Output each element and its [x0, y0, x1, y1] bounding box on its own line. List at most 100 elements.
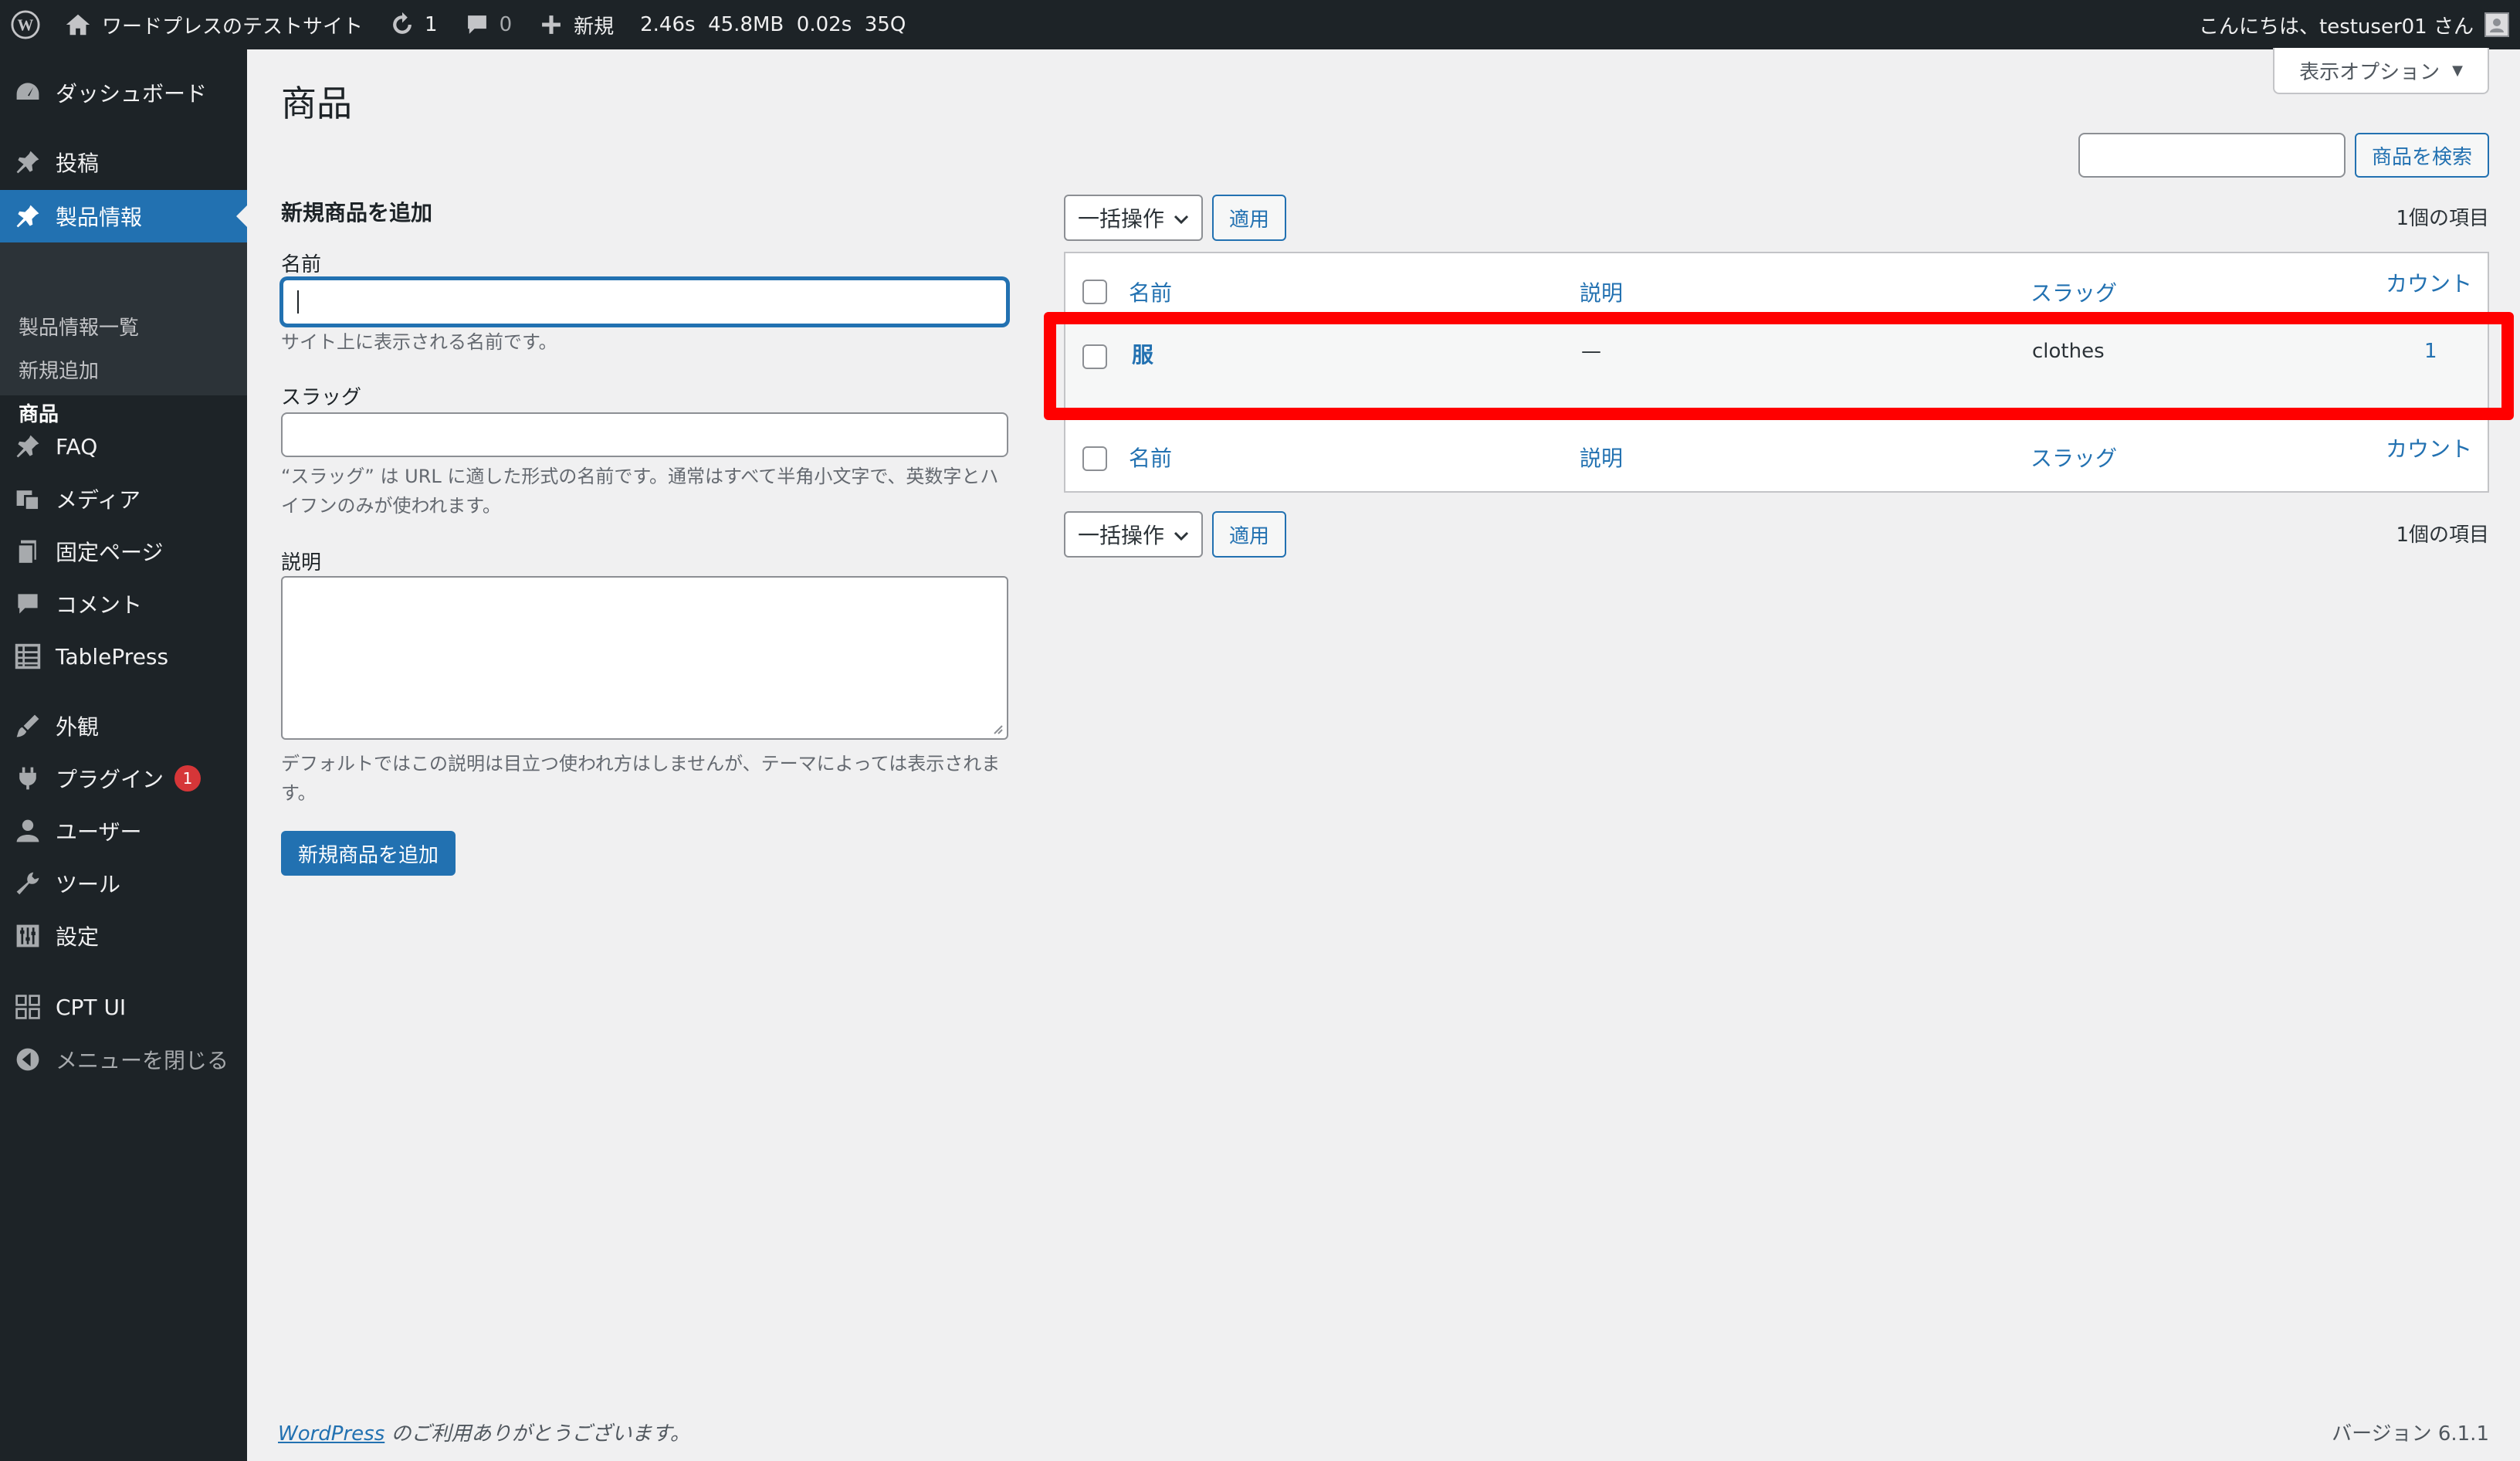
pin-icon — [16, 205, 39, 228]
menu-dashboard[interactable]: ダッシュボード — [0, 66, 247, 119]
item-count-top: 1個の項目 — [2396, 207, 2489, 230]
comment-icon — [18, 594, 38, 614]
bulk-action-label: 一括操作 — [1078, 523, 1165, 548]
site-name: ワードプレスのテストサイト — [102, 15, 364, 39]
column-count-header[interactable]: カウント — [2386, 267, 2472, 298]
column-slug-footer[interactable]: スラッグ — [2031, 442, 2117, 473]
add-new-product-button[interactable]: 新規商品を追加 — [281, 831, 456, 876]
settings-icon — [16, 924, 39, 947]
admin-sidebar: ダッシュボード 投稿 製品情報 製品情報一覧 新規追加 商品 FAQ メディア … — [0, 49, 247, 1461]
query-monitor-link[interactable]: 2.46s 45.8MB 0.02s 35Q — [623, 0, 915, 49]
column-description-header[interactable]: 説明 — [1580, 276, 1623, 307]
my-account-link[interactable]: こんにちは、testuser01 さん — [2199, 0, 2509, 49]
menu-tablepress[interactable]: TablePress — [0, 630, 247, 683]
column-name-footer[interactable]: 名前 — [1129, 442, 1172, 473]
user-icon — [16, 819, 39, 842]
submenu-add-new[interactable]: 新規追加 — [19, 355, 99, 384]
perf-time: 2.46s — [640, 13, 696, 36]
menu-label: 外観 — [56, 714, 100, 740]
page-title: 商品 — [281, 83, 352, 124]
menu-label: FAQ — [56, 433, 98, 459]
menu-comments[interactable]: コメント — [0, 578, 247, 630]
svg-text:W: W — [18, 16, 34, 35]
collapse-menu-button[interactable]: メニューを閉じる — [0, 1033, 247, 1086]
triangle-down-icon: ▼ — [2452, 62, 2463, 79]
submenu-products-list[interactable]: 製品情報一覧 — [19, 312, 139, 341]
screen-options-label: 表示オプション — [2299, 60, 2440, 84]
bulk-action-select-top[interactable]: 一括操作 — [1064, 195, 1203, 241]
menu-label: ツール — [56, 872, 121, 897]
name-label: 名前 — [281, 253, 322, 276]
pin-icon — [16, 151, 39, 174]
menu-label: TablePress — [56, 643, 169, 669]
menu-tools[interactable]: ツール — [0, 857, 247, 910]
footer-thanks-text: のご利用ありがとうございます。 — [384, 1422, 690, 1446]
perf-memory: 45.8MB — [708, 13, 784, 36]
description-help: デフォルトではこの説明は目立つ使われ方はしませんが、テーマによっては表示されます… — [281, 753, 1001, 804]
highlight-box — [1044, 312, 2514, 420]
column-slug-header[interactable]: スラッグ — [2031, 276, 2117, 307]
updates-link[interactable]: 1 — [372, 0, 447, 49]
updates-count: 1 — [425, 13, 438, 36]
menu-products[interactable]: 製品情報 — [0, 190, 247, 242]
new-label: 新規 — [574, 15, 615, 39]
name-input[interactable] — [281, 278, 1008, 326]
resize-handle-icon[interactable] — [991, 723, 1004, 735]
grid-icon — [15, 995, 40, 1019]
footer-version: バージョン 6.1.1 — [2332, 1422, 2489, 1446]
plugin-update-badge: 1 — [174, 765, 202, 792]
apply-button-top[interactable]: 適用 — [1212, 195, 1286, 241]
menu-faq[interactable]: FAQ — [0, 420, 247, 473]
menu-label: コメント — [56, 592, 143, 618]
chevron-down-icon — [1174, 531, 1189, 541]
menu-media[interactable]: メディア — [0, 473, 247, 525]
perf-query-time: 0.02s — [796, 13, 852, 36]
select-all-checkbox-top[interactable] — [1082, 280, 1107, 304]
menu-label: 設定 — [56, 924, 100, 950]
pin-icon — [16, 435, 39, 458]
bulk-action-select-bottom[interactable]: 一括操作 — [1064, 511, 1203, 558]
perf-queries: 35Q — [864, 13, 906, 36]
search-input[interactable] — [2078, 133, 2346, 178]
plus-icon — [542, 15, 561, 34]
page-icon — [17, 540, 36, 565]
menu-users[interactable]: ユーザー — [0, 805, 247, 857]
select-all-checkbox-bottom[interactable] — [1082, 446, 1107, 471]
comments-count: 0 — [499, 13, 513, 36]
column-count-footer[interactable]: カウント — [2386, 432, 2472, 463]
footer-thanks: WordPress のご利用ありがとうございます。 — [278, 1418, 690, 1446]
plugin-icon — [19, 767, 36, 790]
home-icon — [66, 14, 90, 36]
menu-posts[interactable]: 投稿 — [0, 136, 247, 188]
column-name-header[interactable]: 名前 — [1129, 276, 1172, 307]
column-description-footer[interactable]: 説明 — [1580, 442, 1623, 473]
item-count-bottom: 1個の項目 — [2396, 524, 2489, 547]
wordpress-link[interactable]: WordPress — [278, 1422, 384, 1446]
slug-label: スラッグ — [281, 386, 362, 409]
media-icon — [16, 490, 40, 511]
chevron-down-icon — [1174, 215, 1189, 225]
apply-button-bottom[interactable]: 適用 — [1212, 511, 1286, 558]
screen-options-button[interactable]: 表示オプション ▼ — [2273, 48, 2489, 94]
search-button[interactable]: 商品を検索 — [2355, 133, 2489, 178]
menu-settings[interactable]: 設定 — [0, 910, 247, 962]
menu-label: 投稿 — [56, 151, 100, 176]
wrench-icon — [16, 872, 39, 895]
menu-pages[interactable]: 固定ページ — [0, 525, 247, 578]
site-name-link[interactable]: ワードプレスのテストサイト — [49, 0, 372, 49]
name-description: サイト上に表示される名前です。 — [281, 331, 557, 353]
bulk-action-label: 一括操作 — [1078, 206, 1165, 232]
description-textarea[interactable] — [281, 576, 1008, 740]
add-form-heading: 新規商品を追加 — [281, 200, 433, 225]
admin-bar: W ワードプレスのテストサイト 1 0 新規 2.46s 45.8MB 0.02… — [0, 0, 2520, 49]
slug-input[interactable] — [281, 412, 1008, 457]
wordpress-logo-icon[interactable]: W — [0, 0, 49, 49]
menu-appearance[interactable]: 外観 — [0, 700, 247, 752]
menu-label: メディア — [56, 487, 141, 513]
menu-label: 製品情報 — [56, 205, 143, 230]
new-content-link[interactable]: 新規 — [521, 0, 623, 49]
comments-link[interactable]: 0 — [447, 0, 522, 49]
menu-plugins[interactable]: プラグイン 1 — [0, 752, 247, 805]
menu-label: ダッシュボード — [56, 81, 208, 107]
menu-cpt-ui[interactable]: CPT UI — [0, 981, 247, 1033]
